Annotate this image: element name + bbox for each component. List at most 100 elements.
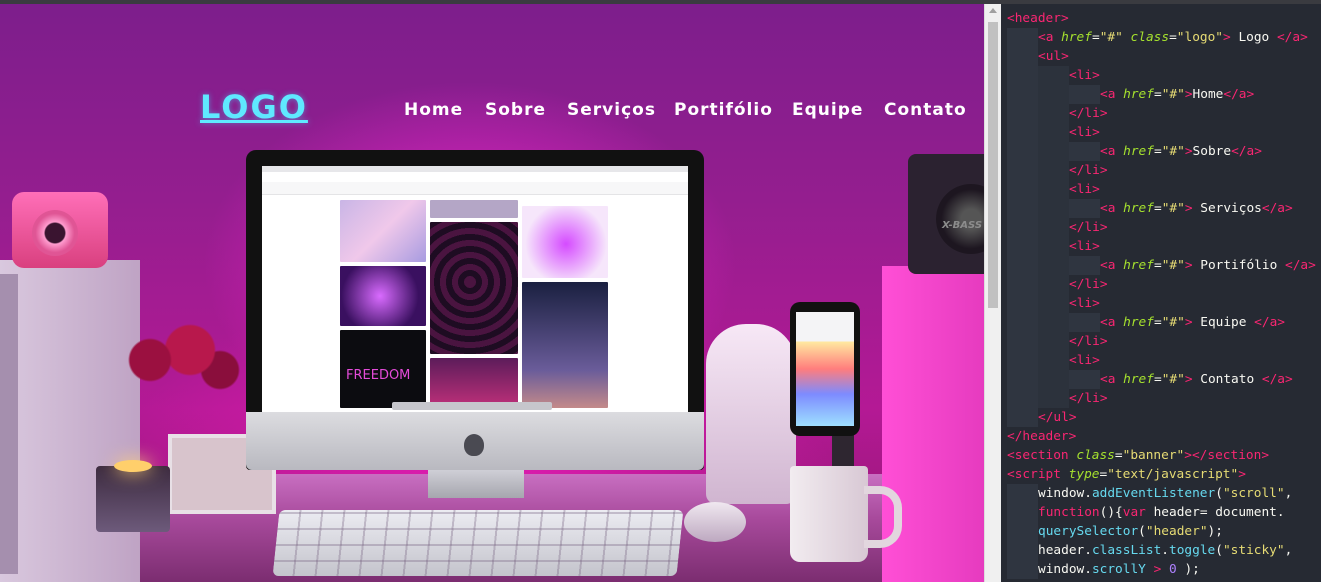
code-line[interactable]: <ul> [1007,47,1069,66]
nav-link-contato[interactable]: Contato [884,100,967,120]
code-text: <li> [1069,239,1100,254]
imac-image: FREEDOM [246,150,704,470]
code-text: <a href="#">Sobre</a> [1100,144,1262,159]
code-line[interactable]: window.addEventListener("scroll", [1007,484,1292,503]
indent-guide [1007,332,1038,351]
apple-logo-icon [464,434,484,456]
code-line[interactable]: <section class="banner"></section> [1007,446,1269,465]
code-text: <a href="#">Home</a> [1100,87,1255,102]
speaker-image: X-BASS [908,154,984,274]
code-line[interactable]: <li> [1007,294,1100,313]
indent-guide [1038,332,1069,351]
code-text: </li> [1069,277,1108,292]
code-line[interactable]: querySelector("header"); [1007,522,1223,541]
preview-scrollbar[interactable] [984,4,1001,582]
indent-guide [1007,180,1038,199]
indent-guide [1007,161,1038,180]
browser-toolbar [262,182,688,195]
nav-link-sobre[interactable]: Sobre [485,100,546,120]
code-line[interactable]: <a href="#" class="logo"> Logo </a> [1007,28,1308,47]
code-line[interactable]: <a href="#"> Serviços</a> [1007,199,1293,218]
code-line[interactable]: </li> [1007,104,1108,123]
indent-guide [1038,218,1069,237]
gallery-tile [340,266,426,326]
code-text: <a href="#"> Equipe </a> [1100,315,1286,330]
nav-item-contato: Contato [884,100,967,120]
indent-guide [1007,503,1038,522]
code-line[interactable]: <li> [1007,237,1100,256]
code-line[interactable]: <a href="#"> Equipe </a> [1007,313,1285,332]
indent-guide [1007,370,1038,389]
indent-guide [1007,275,1038,294]
code-text: window.addEventListener("scroll", [1038,486,1293,501]
indent-guide [1038,199,1069,218]
mouse-image [684,502,746,542]
imac-screen: FREEDOM [262,166,688,412]
code-text: </li> [1069,220,1108,235]
freedom-neon-text: FREEDOM [346,368,411,383]
gallery-tile [522,282,608,408]
code-line[interactable]: window.scrollY > 0 ); [1007,560,1200,579]
indent-guide [1007,123,1038,142]
code-line[interactable]: <script type="text/javascript"> [1007,465,1246,484]
indent-guide [1007,218,1038,237]
code-text: <ul> [1038,49,1069,64]
code-line[interactable]: <a href="#"> Contato </a> [1007,370,1293,389]
indent-guide [1038,313,1069,332]
shelf-door [0,274,18,574]
code-line[interactable]: <li> [1007,123,1100,142]
indent-guide [1007,237,1038,256]
scroll-up-arrow-icon[interactable] [989,8,997,13]
code-text: <header> [1007,11,1069,26]
code-line[interactable]: <li> [1007,66,1100,85]
code-text: function(){var header= document. [1038,505,1285,520]
indent-guide [1038,142,1069,161]
code-line[interactable]: <li> [1007,351,1100,370]
indent-guide [1038,370,1069,389]
speaker-cone [936,184,984,254]
mug-image [790,466,902,562]
code-line[interactable]: </header> [1007,427,1076,446]
code-line[interactable]: <a href="#">Home</a> [1007,85,1254,104]
code-line[interactable]: </li> [1007,332,1108,351]
indent-guide [1007,142,1038,161]
nav-link-servicos[interactable]: Serviços [567,100,656,120]
camera-lens [32,210,78,256]
indent-guide [1038,161,1069,180]
code-line[interactable]: <a href="#"> Portifólio </a> [1007,256,1316,275]
nav-link-home[interactable]: Home [404,100,463,120]
nav-link-equipe[interactable]: Equipe [792,100,863,120]
indent-guide [1007,408,1038,427]
code-text: <li> [1069,182,1100,197]
nav-link-portifolio[interactable]: Portifólio [674,100,773,120]
scrollbar-thumb[interactable] [988,22,998,308]
code-text: <li> [1069,125,1100,140]
code-editor[interactable]: <header> <a href="#" class="logo"> Logo <… [1001,4,1321,582]
left-shelf [0,260,140,582]
code-line[interactable]: function(){var header= document. [1007,503,1285,522]
keyboard-image [272,510,684,576]
indent-guide [1038,66,1069,85]
indent-guide [1038,123,1069,142]
code-line[interactable]: <header> [1007,9,1069,28]
code-line[interactable]: <a href="#">Sobre</a> [1007,142,1262,161]
website-preview: X-BASS FREEDOM LOGO Home Sobre Serviços … [0,4,984,582]
candle-image [96,460,170,532]
gallery-tile [430,222,518,354]
code-line[interactable]: header.classList.toggle("sticky", [1007,541,1292,560]
code-line[interactable]: </li> [1007,161,1108,180]
indent-guide [1038,351,1069,370]
nav-item-portifolio: Portifólio [674,100,773,120]
indent-guide [1007,256,1038,275]
code-line[interactable]: </li> [1007,389,1108,408]
code-line[interactable]: <li> [1007,180,1100,199]
site-logo-link[interactable]: LOGO [200,88,308,126]
code-line[interactable]: </li> [1007,218,1108,237]
nav-item-servicos: Serviços [567,100,656,120]
code-line[interactable]: </ul> [1007,408,1077,427]
imac-stand [428,470,524,498]
code-text: </li> [1069,334,1108,349]
indent-guide [1007,522,1038,541]
code-line[interactable]: </li> [1007,275,1108,294]
code-text: <li> [1069,68,1100,83]
